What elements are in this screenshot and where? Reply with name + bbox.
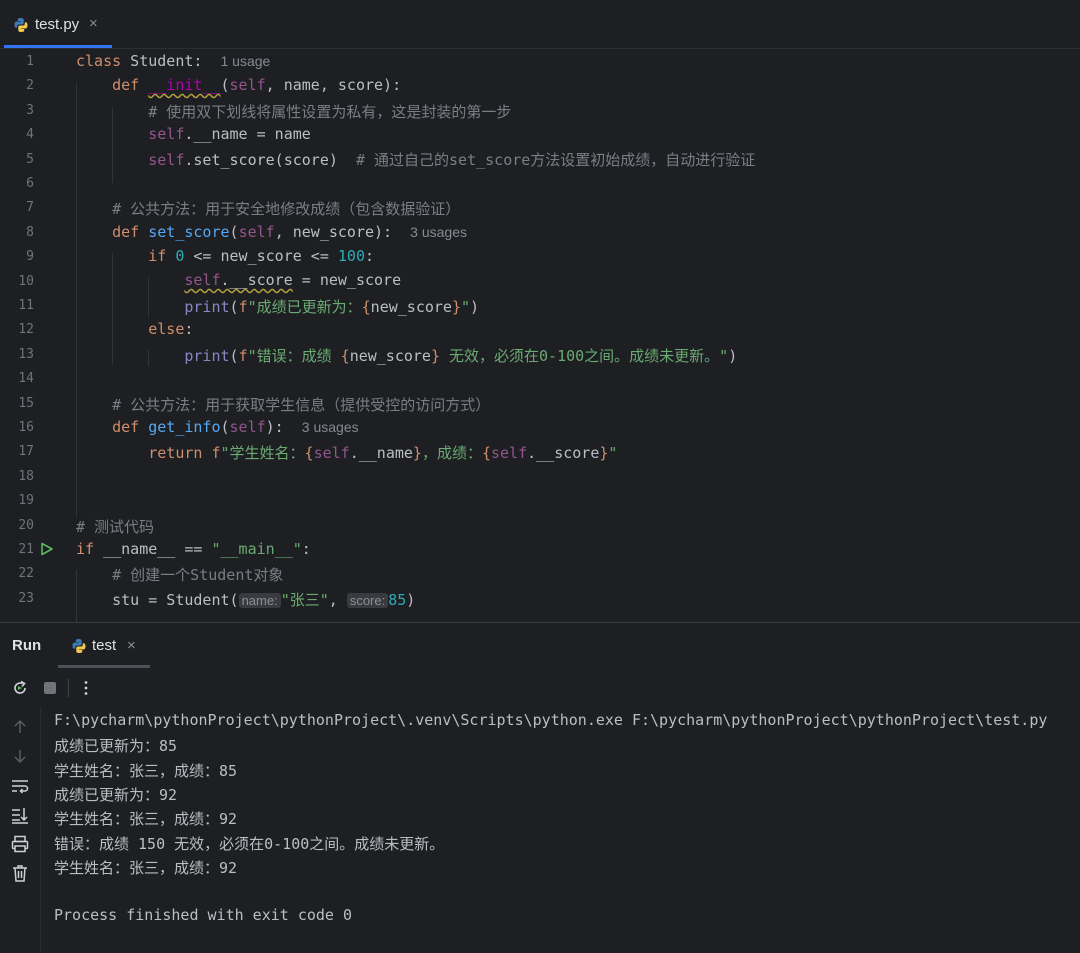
console-line: Process finished with exit code 0 [54,906,353,924]
line-number: 1 [26,54,34,69]
line-number: 22 [18,566,34,581]
editor-tab-bar: test.py × [0,0,1080,49]
console-line: 学生姓名：张三，成绩：85 [54,762,238,780]
toolbar-divider [68,679,69,697]
line-number: 6 [26,176,34,191]
line-number: 3 [26,103,34,118]
line-number: 18 [18,469,34,484]
code-line-2: def __init__(self, name, score): [112,76,402,94]
line-number: 21 [18,542,34,557]
console-line: F:\pycharm\pythonProject\pythonProject\.… [54,711,1048,729]
code-line-16: def get_info(self): 3 usages [112,418,359,436]
close-icon[interactable]: × [89,15,98,32]
run-toolbar [0,669,1080,707]
run-tab-test[interactable]: test × [58,623,150,668]
line-number: 15 [18,396,34,411]
code-line-13: print(f"错误：成绩 {new_score} 无效，必须在0-100之间。… [184,347,738,365]
usage-hint[interactable]: 3 usages [302,419,359,435]
code-line-3: # 使用双下划线将属性设置为私有，这是封装的第一步 [148,103,512,121]
console-line: 学生姓名：张三，成绩：92 [54,859,238,877]
editor-tab-test-py[interactable]: test.py × [0,0,112,48]
code-line-17: return f"学生姓名：{self.__name}，成绩：{self.__s… [148,444,618,462]
arrow-up-icon[interactable] [10,717,30,737]
param-hint-score: score: [346,593,389,608]
code-line-8: def set_score(self, new_score): 3 usages [112,223,467,241]
code-line-5: self.set_score(score) # 通过自己的set_score方法… [148,151,756,169]
run-panel-title: Run [12,637,42,654]
line-number: 5 [26,152,34,167]
code-line-7: # 公共方法：用于安全地修改成绩（包含数据验证） [112,200,461,218]
editor-tab-label: test.py [35,16,80,33]
print-icon[interactable] [10,834,30,854]
python-file-icon [72,639,86,653]
line-number: 20 [18,518,34,533]
line-number: 11 [18,298,34,313]
active-tab-indicator [4,45,112,48]
code-editor[interactable]: 1 2 3 4 5 6 7 8 9 10 11 12 13 14 15 16 1… [0,49,1080,622]
code-line-1: class Student: 1 usage [76,52,271,70]
soft-wrap-icon[interactable] [10,776,30,796]
console-line: 成绩已更新为：85 [54,737,178,755]
code-line-21: if __name__ == "__main__": [76,540,311,558]
param-hint-name: name: [238,593,281,608]
line-number: 10 [18,274,34,289]
console-line: 错误：成绩 150 无效，必须在0-100之间。成绩未更新。 [54,835,445,853]
line-number: 4 [26,127,34,142]
line-number: 9 [26,249,34,264]
line-number: 14 [18,371,34,386]
line-number: 19 [18,493,34,508]
line-number: 23 [18,591,34,606]
scroll-to-end-icon[interactable] [10,805,30,825]
rerun-icon[interactable] [10,678,30,698]
run-tool-window: Run test × F:\pycharm\pythonProject\pyth… [0,622,1080,953]
line-number: 7 [26,200,34,215]
code-line-4: self.__name = name [148,125,311,143]
code-line-9: if 0 <= new_score <= 100: [148,247,375,265]
console-line: 学生姓名：张三，成绩：92 [54,810,238,828]
usage-hint[interactable]: 3 usages [410,224,467,240]
code-line-11: print(f"成绩已更新为：{new_score}") [184,298,480,316]
line-number: 12 [18,322,34,337]
stop-icon[interactable] [40,678,60,698]
code-line-12: else: [148,320,194,338]
line-number: 13 [18,347,34,362]
run-tab-label: test [92,637,117,654]
python-file-icon [14,18,28,32]
code-line-20: # 测试代码 [76,518,155,536]
more-vertical-icon[interactable] [76,678,96,698]
close-icon[interactable]: × [127,637,136,654]
run-gutter-icon[interactable] [40,542,54,556]
line-number: 8 [26,225,34,240]
line-number: 16 [18,420,34,435]
line-number: 17 [18,444,34,459]
code-line-15: # 公共方法：用于获取学生信息（提供受控的访问方式） [112,396,491,414]
code-line-22: # 创建一个Student对象 [112,566,284,584]
code-line-10: self.__score = new_score [184,271,402,289]
arrow-down-icon[interactable] [10,746,30,766]
console-side-toolbar [0,707,40,953]
console-line: 成绩已更新为：92 [54,786,178,804]
active-tab-indicator [58,665,150,668]
code-line-23: stu = Student(name: "张三", score: 85) [112,591,416,609]
trash-icon[interactable] [10,863,30,883]
usage-hint[interactable]: 1 usage [221,53,271,69]
console-output[interactable]: F:\pycharm\pythonProject\pythonProject\.… [40,707,1080,953]
line-number: 2 [26,78,34,93]
